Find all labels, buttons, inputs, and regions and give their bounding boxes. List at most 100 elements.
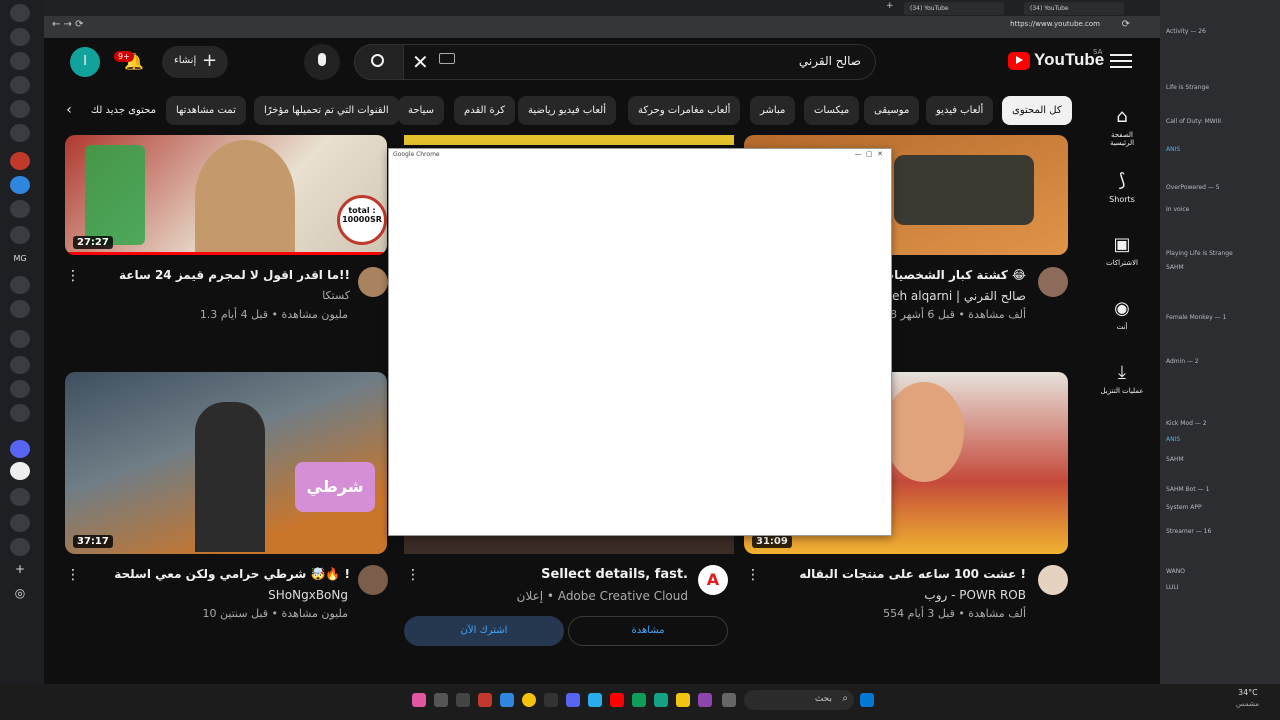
- browser-tab[interactable]: (34) YouTube: [1024, 2, 1124, 15]
- reload-icon[interactable]: ⟳: [1122, 19, 1130, 30]
- chip[interactable]: ألعاب مغامرات وحركة: [628, 96, 741, 125]
- channel-name[interactable]: saleh alqarni | صالح القرني: [875, 289, 1026, 303]
- server-icon[interactable]: [10, 76, 30, 94]
- app-icon[interactable]: [544, 693, 558, 707]
- app-icon[interactable]: [654, 693, 668, 707]
- server-icon[interactable]: [10, 538, 30, 556]
- search-input[interactable]: صالح القرني: [354, 44, 876, 80]
- channel-avatar[interactable]: [1038, 267, 1068, 297]
- chip-all[interactable]: كل المحتوى: [1002, 96, 1072, 125]
- more-options-icon[interactable]: ⋮: [746, 567, 760, 583]
- nav-you[interactable]: ◉ أنت: [1098, 298, 1146, 331]
- search-button[interactable]: [354, 44, 404, 80]
- app-icon[interactable]: [478, 693, 492, 707]
- window-controls[interactable]: — ▢ ✕: [855, 150, 883, 158]
- chip[interactable]: ألعاب فيديو رياضية: [518, 96, 616, 125]
- chip[interactable]: مباشر: [750, 96, 796, 125]
- video-thumbnail[interactable]: [404, 536, 734, 554]
- keyboard-icon[interactable]: [439, 53, 455, 64]
- windows-start-icon[interactable]: [860, 693, 874, 707]
- discord-icon[interactable]: [566, 693, 580, 707]
- folder-icon[interactable]: [676, 693, 690, 707]
- taskbar-search[interactable]: بحث ⌕: [744, 690, 854, 710]
- video-thumbnail[interactable]: total : 10000SR 27:27: [65, 135, 387, 255]
- server-icon[interactable]: [10, 440, 30, 458]
- youtube-logo-icon[interactable]: [1008, 52, 1030, 70]
- ad-watch-button[interactable]: مشاهدة: [568, 616, 728, 646]
- server-icon[interactable]: [10, 462, 30, 480]
- chip[interactable]: كرة القدم: [454, 96, 516, 125]
- video-thumbnail[interactable]: [404, 135, 734, 145]
- chip[interactable]: تمت مشاهدتها: [166, 96, 246, 125]
- telegram-icon[interactable]: [588, 693, 602, 707]
- nav-downloads[interactable]: ⤓ عمليات التنزيل: [1098, 362, 1146, 395]
- channel-avatar[interactable]: [358, 267, 388, 297]
- server-icon[interactable]: [10, 380, 30, 398]
- nav-shorts[interactable]: ⟆ Shorts: [1098, 170, 1146, 204]
- chip[interactable]: القنوات التي تم تحميلها مؤخرًا: [254, 96, 399, 125]
- app-icon[interactable]: [698, 693, 712, 707]
- youtube-icon[interactable]: [610, 693, 624, 707]
- nav-home[interactable]: ⌂ الصفحة الرئيسية: [1098, 106, 1146, 147]
- chips-scroll-left-icon[interactable]: ‹: [58, 100, 80, 122]
- app-icon[interactable]: [456, 693, 470, 707]
- video-thumbnail[interactable]: شرطي 37:17: [65, 372, 387, 554]
- channel-name[interactable]: روب - POWR ROB: [924, 588, 1026, 602]
- notification-badge: 9+: [114, 51, 134, 62]
- server-icon[interactable]: [10, 514, 30, 532]
- server-icon[interactable]: [10, 356, 30, 374]
- more-options-icon[interactable]: ⋮: [66, 567, 80, 583]
- adobe-logo-icon[interactable]: A: [698, 565, 728, 595]
- create-button[interactable]: + إنشاء: [162, 46, 228, 78]
- chrome-icon[interactable]: [522, 693, 536, 707]
- app-icon[interactable]: [434, 693, 448, 707]
- channel-avatar[interactable]: [358, 565, 388, 595]
- more-options-icon[interactable]: ⋮: [66, 268, 80, 284]
- voice-search-button[interactable]: [304, 44, 340, 80]
- server-icon[interactable]: [10, 124, 30, 142]
- server-icon[interactable]: [10, 300, 30, 318]
- chip[interactable]: ميكسات: [804, 96, 860, 125]
- channel-name[interactable]: SHoNgxBoNg: [268, 588, 348, 602]
- clear-search-icon[interactable]: ✕: [412, 50, 429, 74]
- channel-name[interactable]: كستكا: [322, 289, 350, 302]
- nav-subscriptions[interactable]: ▣ الاشتراكات: [1098, 234, 1146, 267]
- explore-icon[interactable]: ◎: [10, 584, 30, 602]
- server-icon[interactable]: [10, 488, 30, 506]
- server-icon[interactable]: [10, 200, 30, 218]
- server-icon[interactable]: [10, 276, 30, 294]
- app-icon[interactable]: [722, 693, 736, 707]
- avatar[interactable]: I: [70, 47, 100, 77]
- add-server-icon[interactable]: +: [10, 560, 30, 578]
- server-icon[interactable]: [10, 152, 30, 170]
- ad-sponsor: إعلان • Adobe Creative Cloud: [516, 589, 688, 603]
- discord-icon[interactable]: [10, 4, 30, 22]
- chrome-popup-window[interactable]: Google Chrome — ▢ ✕: [388, 148, 892, 536]
- server-icon[interactable]: [10, 100, 30, 118]
- menu-icon[interactable]: [1110, 52, 1132, 70]
- server-icon[interactable]: [10, 404, 30, 422]
- chip[interactable]: موسيقى: [864, 96, 920, 125]
- channel-avatar[interactable]: [1038, 565, 1068, 595]
- server-icon[interactable]: [10, 330, 30, 348]
- server-icon[interactable]: MG: [10, 250, 30, 268]
- browser-tab[interactable]: (34) YouTube: [904, 2, 1004, 15]
- server-icon[interactable]: [10, 28, 30, 46]
- video-title[interactable]: ما اقدر اقول لا لمجرم قيمز 24 ساعة!!: [119, 268, 350, 282]
- url-field[interactable]: https://www.youtube.com: [1010, 20, 1100, 28]
- server-icon[interactable]: [10, 52, 30, 70]
- ad-title[interactable]: Sellect details, fast.: [541, 567, 688, 582]
- more-options-icon[interactable]: ⋮: [406, 567, 420, 583]
- new-tab-icon[interactable]: +: [886, 1, 894, 11]
- app-icon[interactable]: [412, 693, 426, 707]
- app-icon[interactable]: [632, 693, 646, 707]
- server-icon[interactable]: [10, 176, 30, 194]
- chip[interactable]: ألعاب فيديو: [926, 96, 994, 125]
- video-title[interactable]: شرطي حرامي ولكن معي اسلحة 🤯🔥 !: [114, 567, 350, 581]
- nav-icons[interactable]: ← → ⟳: [52, 19, 84, 30]
- video-title[interactable]: عشت 100 ساعه على منتجات البقاله !: [799, 567, 1026, 581]
- chip[interactable]: سياحة: [398, 96, 444, 125]
- server-icon[interactable]: [10, 226, 30, 244]
- ad-subscribe-button[interactable]: اشترك الآن: [404, 616, 564, 646]
- app-icon[interactable]: [500, 693, 514, 707]
